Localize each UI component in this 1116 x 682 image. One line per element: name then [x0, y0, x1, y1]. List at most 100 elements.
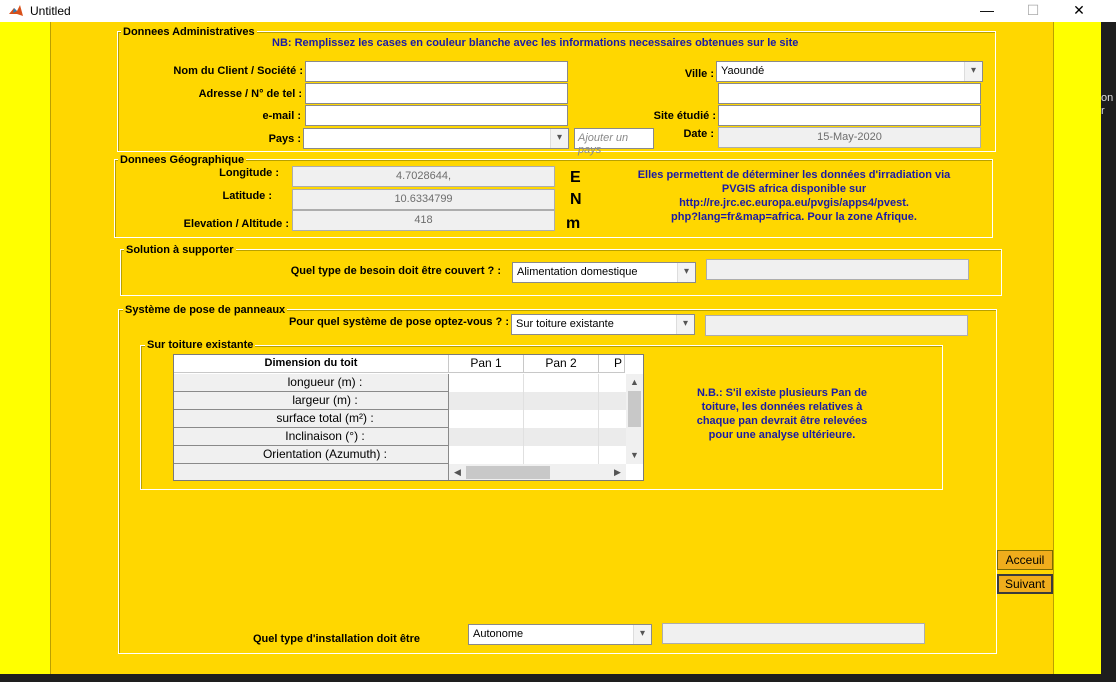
horizontal-scroll-thumb[interactable]: [466, 466, 550, 479]
scroll-right-icon[interactable]: ▶: [609, 464, 626, 480]
table-cell[interactable]: [599, 374, 627, 392]
need-extra-field: [706, 259, 969, 280]
install-label: Quel type d'installation doit être: [252, 633, 420, 645]
row-header-inclinaison: Inclinaison (°) :: [174, 428, 449, 446]
table-cell[interactable]: [599, 410, 627, 428]
table-cell[interactable]: [449, 428, 524, 446]
roof-note-line3: chaque pan devrait être relevées: [696, 415, 868, 427]
latitude-label: Latitude :: [222, 190, 273, 202]
chevron-down-icon: ▾: [676, 315, 694, 334]
city-select-value: Yaoundé: [721, 65, 765, 77]
background-text: on r: [1101, 92, 1114, 117]
admin-note: NB: Remplissez les cases en couleur blan…: [272, 37, 799, 49]
roof-note-line2: toiture, les données relatives à: [701, 401, 863, 413]
longitude-unit: E: [570, 169, 581, 186]
table-cell[interactable]: [524, 446, 599, 464]
next-button[interactable]: Suivant: [997, 574, 1053, 594]
scroll-up-icon[interactable]: ▲: [626, 374, 643, 391]
pvgis-info: Elles permettent de déterminer les donné…: [594, 168, 994, 224]
site-label: Site étudié :: [653, 110, 716, 122]
elevation-label: Elevation / Altitude :: [183, 218, 289, 230]
roof-note-line1: N.B.: S'il existe plusieurs Pan de: [696, 387, 868, 399]
chevron-down-icon: ▾: [677, 263, 695, 282]
chevron-down-icon: ▾: [550, 129, 568, 148]
column-header-pan-1[interactable]: Pan 1: [449, 355, 524, 373]
row-header-filler: [174, 464, 449, 480]
city-extra-input[interactable]: [718, 83, 981, 104]
minimize-button[interactable]: —: [964, 0, 1010, 22]
column-header-pan-3[interactable]: P: [599, 355, 625, 373]
email-label: e-mail :: [262, 110, 301, 122]
close-button[interactable]: ✕: [1056, 0, 1102, 22]
latitude-field: 10.6334799: [292, 189, 555, 210]
table-cell[interactable]: [524, 392, 599, 410]
table-cell[interactable]: [599, 446, 627, 464]
taskbar-edge: [0, 674, 1116, 682]
table-cell[interactable]: [599, 392, 627, 410]
table-cell[interactable]: [524, 428, 599, 446]
scroll-down-icon[interactable]: ▼: [626, 447, 643, 464]
install-extra-field: [662, 623, 925, 644]
row-header-surface: surface total (m²) :: [174, 410, 449, 428]
latitude-unit: N: [570, 191, 582, 208]
longitude-label: Longitude :: [219, 167, 279, 179]
date-field: 15-May-2020: [718, 127, 981, 148]
install-select[interactable]: Autonome ▾: [468, 624, 652, 645]
column-header-pan-2[interactable]: Pan 2: [524, 355, 599, 373]
table-cell[interactable]: [449, 446, 524, 464]
vertical-scroll-thumb[interactable]: [628, 391, 641, 427]
roof-note: N.B.: S'il existe plusieurs Pan de toitu…: [660, 386, 904, 442]
pvgis-info-line3: http://re.jrc.ec.europa.eu/pvgis/apps4/p…: [679, 197, 909, 209]
table-cell[interactable]: [449, 374, 524, 392]
row-header-longueur: longueur (m) :: [174, 374, 449, 392]
client-label: Nom du Client / Société :: [173, 65, 303, 77]
table-cell[interactable]: [524, 374, 599, 392]
need-label: Quel type de besoin doit être couvert ? …: [290, 265, 501, 277]
row-header-orientation: Orientation (Azumuth) :: [174, 446, 449, 464]
table-cell[interactable]: [524, 410, 599, 428]
vertical-scrollbar[interactable]: ▲ ▼: [626, 374, 643, 464]
horizontal-scrollbar[interactable]: ◀ ▶: [449, 464, 626, 480]
need-select[interactable]: Alimentation domestique ▾: [512, 262, 696, 283]
chevron-down-icon: ▾: [964, 62, 982, 81]
city-label: Ville :: [684, 68, 714, 80]
email-input[interactable]: [305, 105, 568, 126]
solution-panel-title: Solution à supporter: [124, 244, 236, 256]
country-select[interactable]: ▾: [303, 128, 569, 149]
admin-panel-title: Donnees Administratives: [121, 26, 257, 38]
elevation-unit: m: [566, 215, 581, 232]
mounting-panel-title: Système de pose de panneaux: [123, 304, 288, 316]
home-button[interactable]: Acceuil: [997, 550, 1053, 570]
scroll-left-icon[interactable]: ◀: [449, 464, 466, 480]
table-cell[interactable]: [449, 410, 524, 428]
system-select-value: Sur toiture existante: [516, 318, 614, 330]
site-input[interactable]: [718, 105, 981, 126]
system-select[interactable]: Sur toiture existante ▾: [511, 314, 695, 335]
pvgis-info-line1: Elles permettent de déterminer les donné…: [637, 169, 951, 181]
address-label: Adresse / N° de tel :: [198, 88, 302, 100]
client-input[interactable]: [305, 61, 568, 82]
pvgis-info-line4: php?lang=fr&map=africa. Pour la zone Afr…: [671, 211, 917, 223]
right-margin: [1054, 22, 1101, 677]
matlab-icon: [8, 3, 24, 19]
address-input[interactable]: [305, 83, 568, 104]
geo-panel-title: Donnees Géographique: [118, 154, 247, 166]
roof-panel-title: Sur toiture existante: [145, 339, 256, 351]
city-select[interactable]: Yaoundé ▾: [716, 61, 983, 82]
table-corner-header: Dimension du toit: [174, 355, 449, 373]
install-select-value: Autonome: [473, 628, 524, 640]
left-margin: [0, 22, 50, 677]
roof-dimension-table[interactable]: Dimension du toit Pan 1 Pan 2 P longueur…: [173, 354, 644, 481]
elevation-field: 418: [292, 210, 555, 231]
pvgis-info-line2: PVGIS africa disponible sur: [721, 183, 867, 195]
table-cell[interactable]: [449, 392, 524, 410]
chevron-down-icon: ▾: [633, 625, 651, 644]
country-label: Pays :: [268, 133, 301, 145]
table-cell[interactable]: [599, 428, 627, 446]
maximize-button[interactable]: ☐: [1010, 0, 1056, 22]
window-title: Untitled: [30, 4, 71, 18]
title-bar: [0, 0, 1116, 22]
row-header-largeur: largeur (m) :: [174, 392, 449, 410]
date-label: Date :: [683, 128, 714, 140]
need-select-value: Alimentation domestique: [517, 266, 638, 278]
